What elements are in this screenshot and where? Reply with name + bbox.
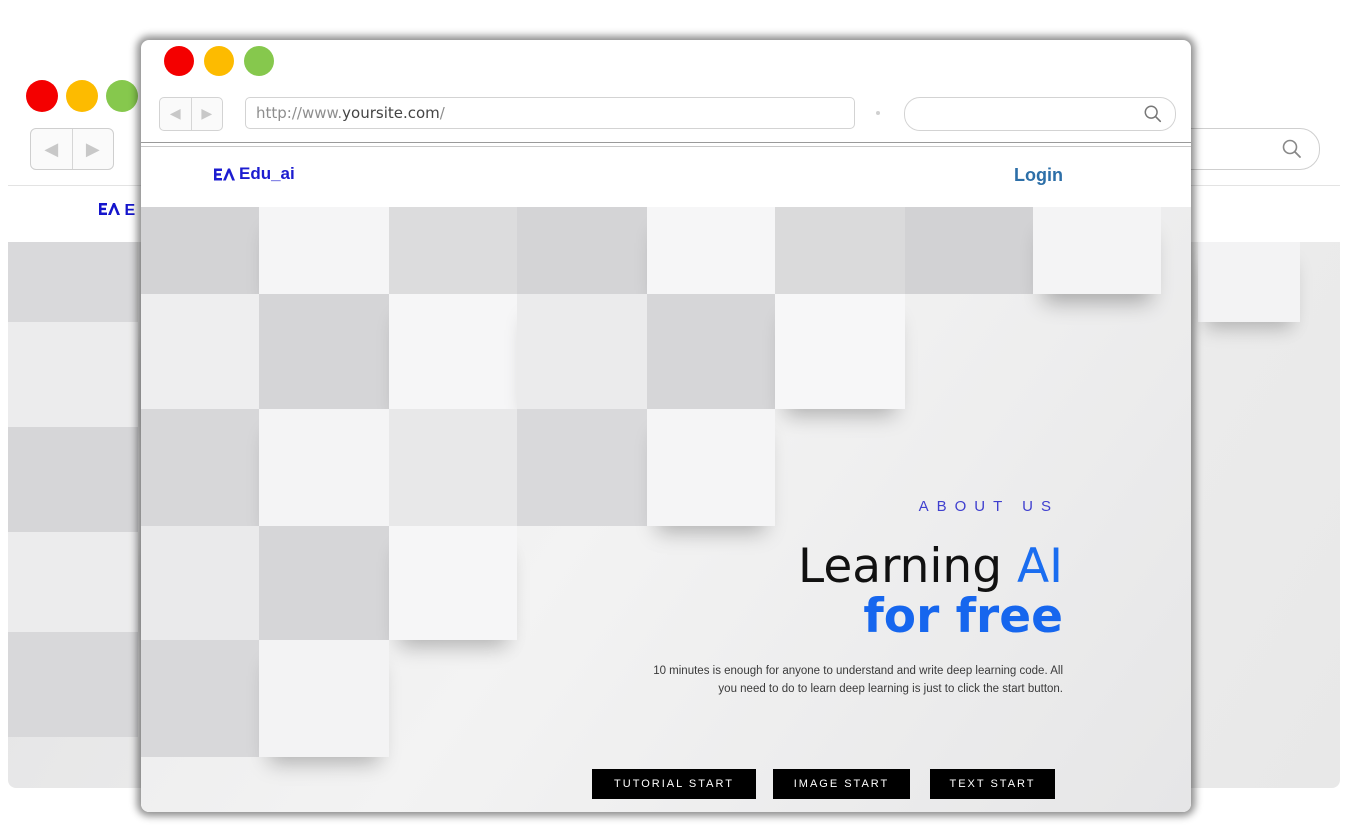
decorative-tile [775,294,905,409]
decorative-tile [517,409,647,526]
headline-line2: for free [863,588,1063,644]
decorative-tile [8,632,138,737]
decorative-tile [141,207,259,294]
decorative-tile [259,294,389,409]
maximize-dot[interactable] [106,80,138,112]
window-controls [26,80,138,112]
back-arrow-icon[interactable]: ◀ [31,129,72,169]
decorative-tile [259,526,389,640]
logo-icon [99,203,120,215]
headline-highlight: AI [1016,539,1063,594]
close-dot[interactable] [26,80,58,112]
headline-line1: Learning AI [798,542,1063,592]
site-logo[interactable]: Edu_ai [213,164,295,184]
decorative-tile [517,207,647,294]
decorative-tile [389,409,517,526]
image-start-button[interactable]: IMAGE START [773,769,910,799]
decorative-tile [517,294,647,409]
nav-buttons: ◀ ▶ [159,97,223,131]
decorative-tile [389,526,517,640]
url-domain: yoursite.com [342,104,440,122]
search-field[interactable] [904,97,1176,131]
decorative-tile [259,207,389,294]
section-eyebrow: ABOUT US [918,498,1059,515]
decorative-tile [8,322,138,427]
url-prefix: http://www. [256,104,343,122]
decorative-tile [1198,242,1300,322]
url-suffix: / [439,104,445,122]
toolbar-divider [141,146,1191,147]
decorative-tile [389,207,517,294]
decorative-tile [775,207,905,294]
decorative-tile [141,409,259,526]
close-dot[interactable] [164,46,194,76]
separator-dot [876,111,880,115]
nav-buttons: ◀ ▶ [30,128,114,170]
minimize-dot[interactable] [66,80,98,112]
minimize-dot[interactable] [204,46,234,76]
decorative-tile [141,640,259,757]
hero-section: ABOUT US Learning AI for free 10 minutes… [141,207,1191,812]
address-bar[interactable]: http://www.yoursite.com/ [245,97,855,129]
decorative-tile [1033,207,1161,294]
decorative-tile [647,207,775,294]
tutorial-start-button[interactable]: TUTORIAL START [592,769,756,799]
maximize-dot[interactable] [244,46,274,76]
logo-icon [214,168,235,180]
hero-description: 10 minutes is enough for anyone to under… [653,665,1063,695]
decorative-tile [141,294,259,409]
search-icon [1282,139,1301,158]
decorative-tile [647,294,775,409]
decorative-tile [647,409,775,526]
decorative-tile [389,294,517,409]
forward-arrow-icon[interactable]: ▶ [71,129,114,169]
start-buttons: TUTORIAL START IMAGE START TEXT START [592,769,1055,799]
logo-text: E [124,202,136,219]
decorative-tile [905,207,1033,294]
login-link[interactable]: Login [1014,165,1063,186]
decorative-tile [141,526,259,640]
back-arrow-icon[interactable]: ◀ [160,98,191,130]
decorative-tile [8,427,138,532]
decorative-tile [259,409,389,526]
headline-text: Learning [798,539,1017,594]
browser-window: ◀ ▶ http://www.yoursite.com/ Edu_ai Logi… [141,40,1191,812]
decorative-tile [8,532,138,632]
logo-text: Edu_ai [239,164,295,183]
search-icon [1144,105,1162,123]
text-start-button[interactable]: TEXT START [930,769,1055,799]
decorative-tile [259,640,389,757]
toolbar-divider [141,142,1191,143]
window-controls [164,46,274,76]
forward-arrow-icon[interactable]: ▶ [190,98,223,130]
hero-headline: Learning AI for free [798,542,1063,642]
site-logo[interactable]: E [98,202,135,220]
decorative-tile [8,242,138,322]
